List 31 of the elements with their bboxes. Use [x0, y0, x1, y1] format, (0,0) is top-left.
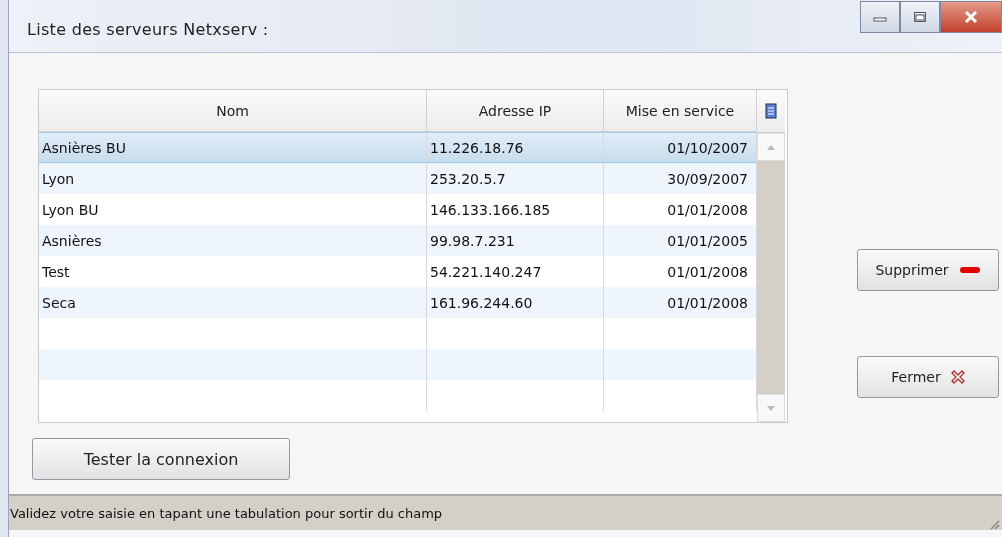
close-dialog-button[interactable]: Fermer [857, 356, 999, 398]
table-cell: 01/01/2008 [604, 287, 757, 318]
column-header[interactable]: Adresse IP [427, 90, 604, 132]
table-cell: 161.96.244.60 [427, 287, 604, 318]
delete-button[interactable]: Supprimer [857, 249, 999, 291]
close-icon [963, 10, 979, 24]
table-cell: Test [39, 256, 427, 287]
status-text: Validez votre saisie en tapant une tabulation pour sortir du champ [9, 505, 443, 521]
table-cell: Asnières BU [39, 132, 427, 163]
resize-grip-icon[interactable] [988, 518, 1000, 530]
restore-icon [913, 11, 927, 23]
table-cell: 99.98.7.231 [427, 225, 604, 256]
test-connection-button[interactable]: Tester la connexion [32, 438, 290, 480]
column-chooser-icon[interactable] [765, 103, 777, 119]
table-cell: 01/01/2005 [604, 225, 757, 256]
scrollbar[interactable] [757, 90, 785, 422]
column-header[interactable]: Mise en service [604, 90, 757, 132]
table-cell: 11.226.18.76 [427, 132, 604, 163]
window-title: Liste des serveurs Netxserv : [27, 20, 269, 39]
maximize-button[interactable] [900, 1, 940, 33]
minus-icon [958, 266, 981, 274]
column-header[interactable]: Nom [39, 90, 427, 132]
minimize-button[interactable] [860, 1, 900, 33]
table-cell: 253.20.5.7 [427, 163, 604, 194]
table-cell: 01/10/2007 [604, 132, 757, 163]
table-cell: Seca [39, 287, 427, 318]
table-cell: Lyon [39, 163, 427, 194]
table-cell: 30/09/2007 [604, 163, 757, 194]
close-button[interactable] [940, 1, 1002, 33]
close-icon [950, 370, 965, 384]
table-cell: Asnières [39, 225, 427, 256]
